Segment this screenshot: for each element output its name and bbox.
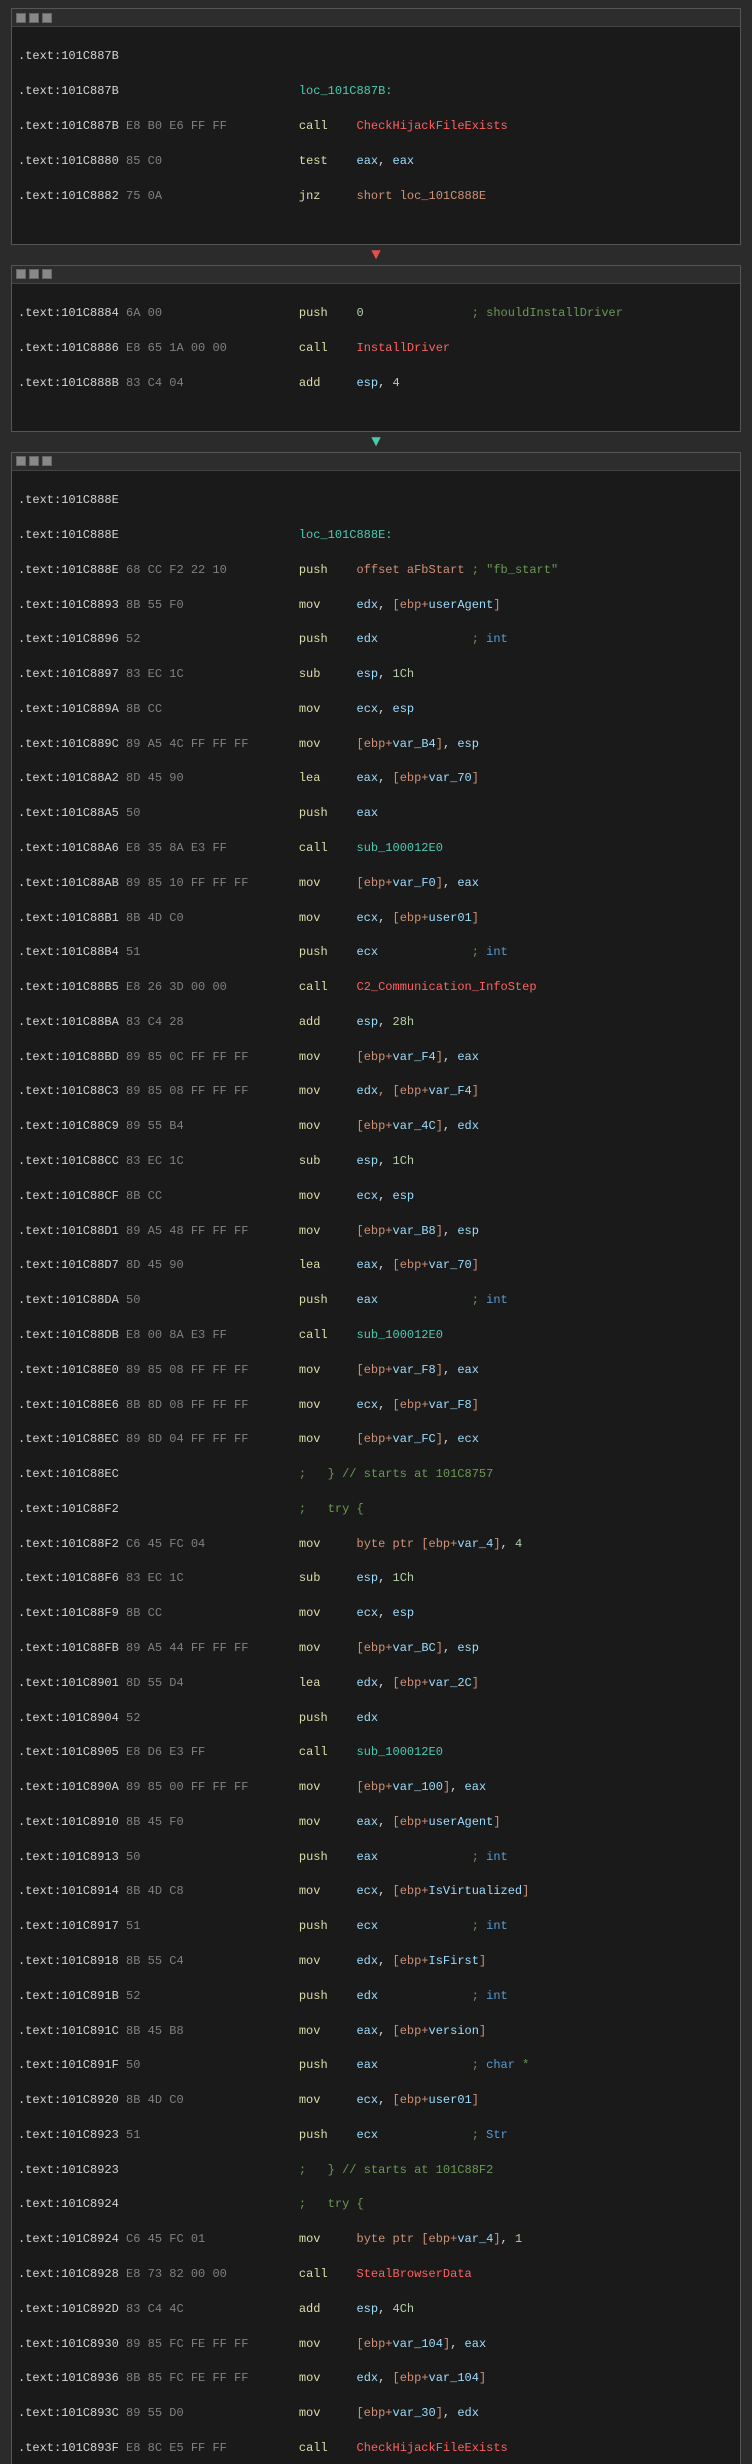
arrow-2: ▼	[11, 432, 741, 452]
code-line: .text:101C893F E8 8C E5 FF FF call Check…	[18, 2440, 734, 2457]
code-line: .text:101C8917 51 push ecx ; int	[18, 1918, 734, 1935]
code-line: .text:101C88A5 50 push eax	[18, 805, 734, 822]
code-line: .text:101C88B1 8B 4D C0 mov ecx, [ebp+us…	[18, 910, 734, 927]
code-content-1: .text:101C887B .text:101C887B loc_101C88…	[12, 27, 740, 244]
code-line: .text:101C892D 83 C4 4C add esp, 4Ch	[18, 2301, 734, 2318]
code-line: .text:101C8880 85 C0 test eax, eax	[18, 153, 734, 170]
code-line: .text:101C88E6 8B 8D 08 FF FF FF mov ecx…	[18, 1397, 734, 1414]
code-line: .text:101C8896 52 push edx ; int	[18, 631, 734, 648]
code-line: .text:101C8936 8B 85 FC FE FF FF mov edx…	[18, 2370, 734, 2387]
code-line: .text:101C88C9 89 55 B4 mov [ebp+var_4C]…	[18, 1118, 734, 1135]
code-line: .text:101C8914 8B 4D C8 mov ecx, [ebp+Is…	[18, 1883, 734, 1900]
code-line: .text:101C88F2 ; try {	[18, 1501, 734, 1518]
code-line: .text:101C891C 8B 45 B8 mov eax, [ebp+ve…	[18, 2023, 734, 2040]
code-line: .text:101C887B E8 B0 E6 FF FF call Check…	[18, 118, 734, 135]
code-line: .text:101C887B loc_101C887B:	[18, 83, 734, 100]
titlebar-1	[12, 9, 740, 27]
code-line: .text:101C88F9 8B CC mov ecx, esp	[18, 1605, 734, 1622]
arrow-1: ▼	[11, 245, 741, 265]
code-line: .text:101C8928 E8 73 82 00 00 call Steal…	[18, 2266, 734, 2283]
code-line: .text:101C88B4 51 push ecx ; int	[18, 944, 734, 961]
code-line: .text:101C88CC 83 EC 1C sub esp, 1Ch	[18, 1153, 734, 1170]
code-line: .text:101C88EC ; } // starts at 101C8757	[18, 1466, 734, 1483]
code-line: .text:101C88F6 83 EC 1C sub esp, 1Ch	[18, 1570, 734, 1587]
code-line: .text:101C8886 E8 65 1A 00 00 call Insta…	[18, 340, 734, 357]
code-line: .text:101C88BD 89 85 0C FF FF FF mov [eb…	[18, 1049, 734, 1066]
btn-7[interactable]	[16, 456, 26, 466]
code-line: .text:101C8923 ; } // starts at 101C88F2	[18, 2162, 734, 2179]
code-line: .text:101C889C 89 A5 4C FF FF FF mov [eb…	[18, 736, 734, 753]
code-line: .text:101C890A 89 85 00 FF FF FF mov [eb…	[18, 1779, 734, 1796]
code-line: .text:101C8893 8B 55 F0 mov edx, [ebp+us…	[18, 597, 734, 614]
code-line: .text:101C88DB E8 00 8A E3 FF call sub_1…	[18, 1327, 734, 1344]
window-2: .text:101C8884 6A 00 push 0 ; shouldInst…	[11, 265, 741, 432]
btn-8[interactable]	[29, 456, 39, 466]
window-1: .text:101C887B .text:101C887B loc_101C88…	[11, 8, 741, 245]
code-line: .text:101C8897 83 EC 1C sub esp, 1Ch	[18, 666, 734, 683]
code-line: .text:101C88CF 8B CC mov ecx, esp	[18, 1188, 734, 1205]
code-line: .text:101C888E loc_101C888E:	[18, 527, 734, 544]
btn-2[interactable]	[29, 13, 39, 23]
btn-5[interactable]	[29, 269, 39, 279]
code-line: .text:101C8882 75 0A jnz short loc_101C8…	[18, 188, 734, 205]
code-line: .text:101C8905 E8 D6 E3 FF call sub_1000…	[18, 1744, 734, 1761]
code-line: .text:101C8910 8B 45 F0 mov eax, [ebp+us…	[18, 1814, 734, 1831]
code-line: .text:101C887B	[18, 48, 734, 65]
code-line: .text:101C88FB 89 A5 44 FF FF FF mov [eb…	[18, 1640, 734, 1657]
code-content-2: .text:101C8884 6A 00 push 0 ; shouldInst…	[12, 284, 740, 431]
code-line: .text:101C8884 6A 00 push 0 ; shouldInst…	[18, 305, 734, 322]
titlebar-2	[12, 266, 740, 284]
code-line: .text:101C888B 83 C4 04 add esp, 4	[18, 375, 734, 392]
window-3: .text:101C888E .text:101C888E loc_101C88…	[11, 452, 741, 2464]
code-line: .text:101C8924 C6 45 FC 01 mov byte ptr …	[18, 2231, 734, 2248]
code-line: .text:101C8920 8B 4D C0 mov ecx, [ebp+us…	[18, 2092, 734, 2109]
code-line: .text:101C8913 50 push eax ; int	[18, 1849, 734, 1866]
code-line: .text:101C88BA 83 C4 28 add esp, 28h	[18, 1014, 734, 1031]
code-line: .text:101C888E 68 CC F2 22 10 push offse…	[18, 562, 734, 579]
code-line: .text:101C891F 50 push eax ; char *	[18, 2057, 734, 2074]
code-line: .text:101C88E0 89 85 08 FF FF FF mov [eb…	[18, 1362, 734, 1379]
code-line: .text:101C8901 8D 55 D4 lea edx, [ebp+va…	[18, 1675, 734, 1692]
code-line: .text:101C88DA 50 push eax ; int	[18, 1292, 734, 1309]
code-line: .text:101C893C 89 55 D0 mov [ebp+var_30]…	[18, 2405, 734, 2422]
btn-6[interactable]	[42, 269, 52, 279]
code-line: .text:101C88A2 8D 45 90 lea eax, [ebp+va…	[18, 770, 734, 787]
code-line: .text:101C8923 51 push ecx ; Str	[18, 2127, 734, 2144]
code-line: .text:101C8930 89 85 FC FE FF FF mov [eb…	[18, 2336, 734, 2353]
code-line: .text:101C88F2 C6 45 FC 04 mov byte ptr …	[18, 1536, 734, 1553]
code-line: .text:101C891B 52 push edx ; int	[18, 1988, 734, 2005]
code-line: .text:101C88A6 E8 35 8A E3 FF call sub_1…	[18, 840, 734, 857]
btn-9[interactable]	[42, 456, 52, 466]
code-line: .text:101C8904 52 push edx	[18, 1710, 734, 1727]
code-line: .text:101C88AB 89 85 10 FF FF FF mov [eb…	[18, 875, 734, 892]
code-line: .text:101C88B5 E8 26 3D 00 00 call C2_Co…	[18, 979, 734, 996]
btn-3[interactable]	[42, 13, 52, 23]
code-line: .text:101C88D7 8D 45 90 lea eax, [ebp+va…	[18, 1257, 734, 1274]
code-line: .text:101C88EC 89 8D 04 FF FF FF mov [eb…	[18, 1431, 734, 1448]
code-line: .text:101C88C3 89 85 08 FF FF FF mov edx…	[18, 1083, 734, 1100]
code-line: .text:101C8918 8B 55 C4 mov edx, [ebp+Is…	[18, 1953, 734, 1970]
code-line: .text:101C888E	[18, 492, 734, 509]
titlebar-3	[12, 453, 740, 471]
btn-1[interactable]	[16, 13, 26, 23]
code-content-3: .text:101C888E .text:101C888E loc_101C88…	[12, 471, 740, 2464]
code-line: .text:101C88D1 89 A5 48 FF FF FF mov [eb…	[18, 1223, 734, 1240]
code-line: .text:101C8924 ; try {	[18, 2196, 734, 2213]
code-line: .text:101C889A 8B CC mov ecx, esp	[18, 701, 734, 718]
btn-4[interactable]	[16, 269, 26, 279]
